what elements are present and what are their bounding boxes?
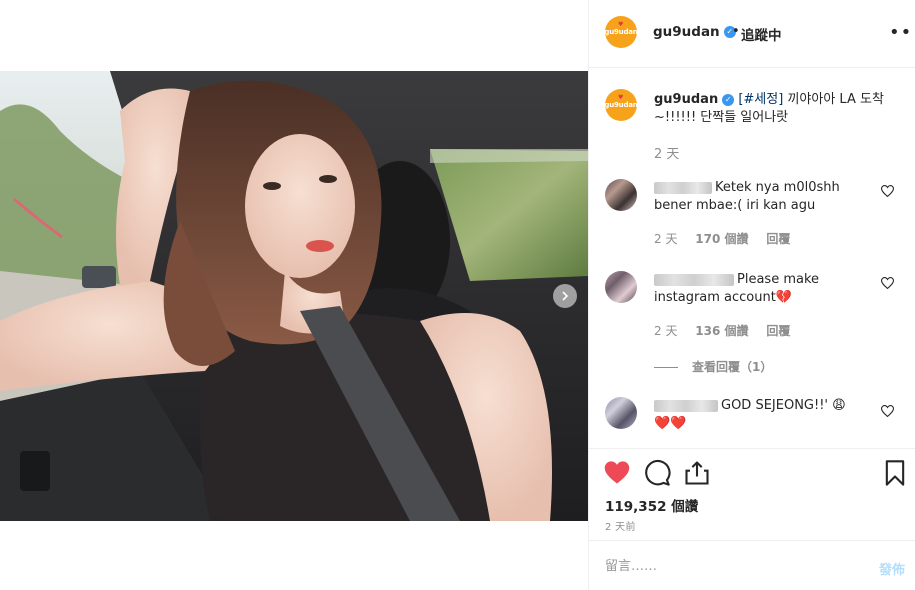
separator-dot: • bbox=[732, 24, 740, 39]
post-photo-image bbox=[0, 71, 588, 521]
comment-time[interactable]: 2 天 bbox=[654, 232, 677, 246]
hashtag-link[interactable]: [#세정] bbox=[738, 92, 783, 107]
heart-logo-icon: ♥ bbox=[618, 94, 624, 101]
comment-time[interactable]: 2 天 bbox=[654, 324, 677, 338]
avatar-logo-text: gu9udan bbox=[605, 28, 637, 36]
commenter-username-blurred[interactable] bbox=[654, 181, 712, 194]
comment-content: GOD SEJEONG!!' 😩 bbox=[721, 398, 846, 413]
comments-list[interactable]: ♥ gu9udan gu9udan ✓ [#세정] 끼야아아 LA 도착~!!!!… bbox=[589, 69, 915, 447]
reply-button[interactable]: 回覆 bbox=[766, 232, 790, 246]
author-username[interactable]: gu9udan ✓ bbox=[653, 24, 736, 40]
author-username-text[interactable]: gu9udan bbox=[653, 24, 720, 40]
comment-like-heart-icon[interactable] bbox=[880, 405, 895, 420]
post-comment-button[interactable]: 發佈 bbox=[879, 559, 905, 578]
view-replies-button[interactable]: 查看回覆（1） bbox=[654, 358, 772, 375]
view-replies-label[interactable]: 查看回覆（1） bbox=[692, 360, 772, 374]
next-photo-button[interactable] bbox=[553, 284, 577, 308]
media-area bbox=[0, 0, 588, 590]
add-comment-box: 發佈 bbox=[589, 540, 915, 590]
comment-likes[interactable]: 170 個讚 bbox=[695, 232, 748, 246]
verified-badge-icon: ✓ bbox=[722, 93, 735, 106]
comment-like-heart-icon[interactable] bbox=[880, 277, 895, 292]
commenter-avatar[interactable] bbox=[605, 271, 637, 303]
avatar-logo-text: gu9udan bbox=[605, 101, 637, 109]
comment-meta: 2 天 170 個讚 回覆 bbox=[654, 230, 804, 247]
divider-line bbox=[654, 367, 678, 368]
reply-button[interactable]: 回覆 bbox=[766, 324, 790, 338]
comment-hearts: ❤️❤️ bbox=[654, 416, 687, 431]
comment-text: Ketek nya m0l0shh bener mbae:( iri kan a… bbox=[654, 179, 874, 215]
post-actions: 119,352 個讚 2 天前 bbox=[589, 448, 915, 540]
following-button[interactable]: 追蹤中 bbox=[741, 24, 782, 44]
comment-likes[interactable]: 136 個讚 bbox=[695, 324, 748, 338]
comment-bubble-icon[interactable] bbox=[643, 459, 671, 487]
more-options-icon[interactable]: ••• bbox=[889, 22, 915, 43]
post-time[interactable]: 2 天前 bbox=[605, 518, 636, 533]
post-header: ♥ gu9udan gu9udan✓ • 追蹤中 ••• bbox=[589, 0, 915, 68]
chevron-right-icon bbox=[562, 291, 569, 301]
caption-time[interactable]: 2 天 bbox=[654, 143, 679, 162]
commenter-avatar[interactable] bbox=[605, 179, 637, 211]
caption-avatar[interactable]: ♥ gu9udan bbox=[605, 89, 637, 121]
comment-like-heart-icon[interactable] bbox=[880, 185, 895, 200]
like-heart-icon[interactable] bbox=[603, 459, 631, 487]
post-photo[interactable] bbox=[0, 71, 588, 521]
caption-username[interactable]: gu9udan bbox=[654, 92, 718, 107]
comment-input[interactable] bbox=[605, 555, 855, 577]
post-side-panel: ♥ gu9udan gu9udan✓ • 追蹤中 ••• ♥ gu9udan g… bbox=[588, 0, 915, 590]
heart-logo-icon: ♥ bbox=[618, 21, 624, 28]
caption-text: gu9udan ✓ [#세정] 끼야아아 LA 도착~!!!!!! 단짝들 일어나… bbox=[654, 91, 889, 127]
comment-text: GOD SEJEONG!!' 😩 ❤️❤️ bbox=[654, 397, 874, 433]
comment-meta: 2 天 136 個讚 回覆 bbox=[654, 322, 804, 339]
commenter-username-blurred[interactable] bbox=[654, 399, 718, 412]
bookmark-icon[interactable] bbox=[883, 459, 911, 487]
share-icon[interactable] bbox=[683, 459, 711, 487]
commenter-avatar[interactable] bbox=[605, 397, 637, 429]
author-avatar[interactable]: ♥ gu9udan bbox=[605, 16, 637, 48]
comment-text: Please make instagram account💔 bbox=[654, 271, 874, 307]
likes-count[interactable]: 119,352 個讚 bbox=[605, 495, 698, 515]
commenter-username-blurred[interactable] bbox=[654, 273, 734, 286]
